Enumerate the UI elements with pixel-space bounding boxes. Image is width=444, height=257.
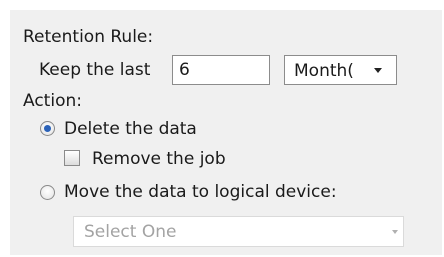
chevron-down-icon: [392, 230, 398, 234]
logical-device-select[interactable]: Select One: [73, 216, 404, 247]
remove-job-checkbox[interactable]: [64, 150, 80, 166]
keep-the-last-label: Keep the last: [39, 60, 151, 80]
remove-job-label[interactable]: Remove the job: [92, 149, 226, 169]
keep-count-input[interactable]: [172, 55, 270, 85]
move-data-radio[interactable]: [40, 185, 55, 200]
retention-unit-value: Month(: [294, 61, 354, 81]
logical-device-placeholder: Select One: [84, 222, 177, 242]
radio-selected-dot: [44, 125, 51, 132]
delete-data-label[interactable]: Delete the data: [64, 119, 197, 139]
chevron-down-icon: [374, 68, 382, 73]
retention-unit-dropdown[interactable]: Month(: [284, 55, 397, 85]
delete-data-radio[interactable]: [40, 121, 55, 136]
action-heading: Action:: [23, 91, 82, 111]
retention-rule-heading: Retention Rule:: [23, 27, 154, 47]
move-data-label[interactable]: Move the data to logical device:: [64, 182, 337, 202]
